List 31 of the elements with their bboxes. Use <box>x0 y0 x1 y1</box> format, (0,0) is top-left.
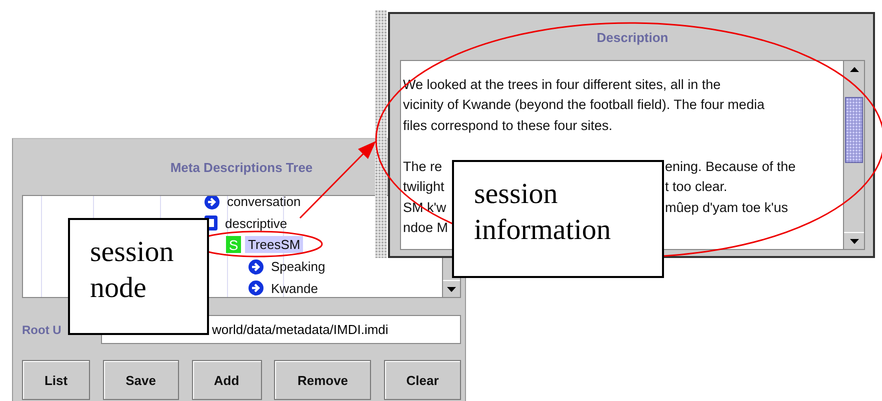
window-title: Description <box>596 30 668 44</box>
tree-node[interactable]: conversation <box>224 196 304 210</box>
action-button[interactable]: Add <box>192 360 262 400</box>
window-title: Meta Descriptions Tree <box>170 160 313 174</box>
session-icon: S <box>226 236 241 254</box>
down-arrow-icon[interactable] <box>447 286 456 292</box>
root-url-label: Root U <box>22 322 62 336</box>
splitter-handle[interactable] <box>375 10 387 258</box>
action-button[interactable]: Save <box>102 360 179 400</box>
action-button[interactable]: Clear <box>384 360 461 400</box>
description-text: t too clear. <box>665 179 728 194</box>
scroll-thumb[interactable] <box>845 97 863 163</box>
description-text: ndoe M <box>403 220 448 236</box>
description-text: vicinity of Kwande (beyond the football field). The four media <box>403 97 764 112</box>
action-button[interactable]: Remove <box>274 360 372 400</box>
tree-node[interactable]: descriptive <box>222 214 290 232</box>
annotation-tooltip: session information <box>452 160 664 278</box>
up-arrow-icon[interactable] <box>850 66 858 72</box>
action-button[interactable]: List <box>22 360 90 400</box>
description-text: The re <box>403 158 442 174</box>
description-text: SM k'w <box>403 200 446 215</box>
description-text: twilight <box>403 179 444 194</box>
scrollbar[interactable] <box>843 61 864 249</box>
tree-node[interactable]: Speaking <box>268 258 328 276</box>
down-arrow-icon[interactable] <box>850 238 858 244</box>
tree-node[interactable]: TreesSM <box>245 236 304 254</box>
description-text: mûep d'yam toe k'us <box>665 200 788 215</box>
tree-node[interactable]: Kwande <box>268 280 321 297</box>
description-text: files correspond to these four sites. <box>403 118 612 133</box>
description-text: ening. Because of the <box>665 158 796 174</box>
annotation-tooltip: session node <box>68 218 209 335</box>
